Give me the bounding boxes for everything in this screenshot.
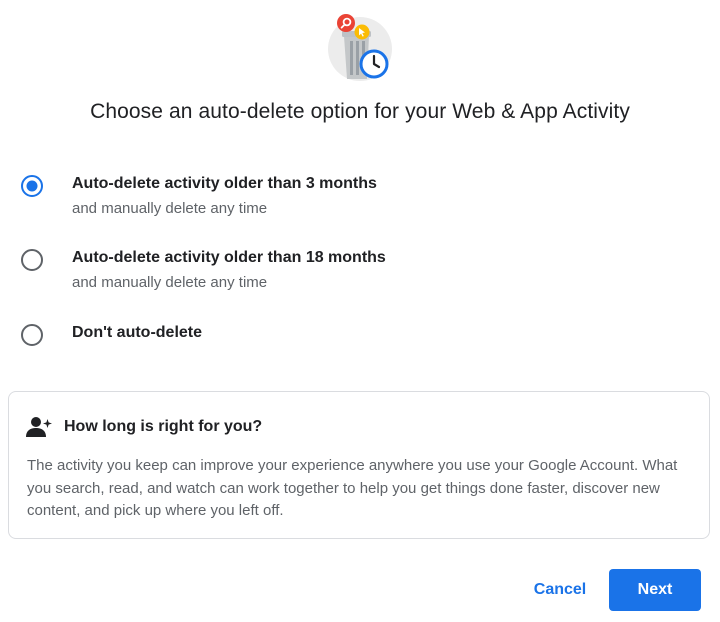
option-dont-auto-delete[interactable]: Don't auto-delete xyxy=(18,323,538,349)
option-sublabel: and manually delete any time xyxy=(72,200,268,217)
option-sublabel: and manually delete any time xyxy=(72,274,268,291)
dialog-title: Choose an auto-delete option for your We… xyxy=(90,100,630,123)
person-sparkle-icon xyxy=(26,417,52,437)
option-label: Auto-delete activity older than 3 months xyxy=(72,175,377,192)
radio-unselected-icon[interactable] xyxy=(20,248,44,272)
info-title: How long is right for you? xyxy=(64,418,263,435)
option-3-months[interactable]: Auto-delete activity older than 3 months… xyxy=(18,174,538,218)
radio-selected-icon[interactable] xyxy=(20,174,44,198)
info-card: How long is right for you? The activity … xyxy=(8,391,710,539)
next-button[interactable]: Next xyxy=(609,569,701,611)
option-label: Auto-delete activity older than 18 month… xyxy=(72,249,386,266)
trash-clock-illustration-icon xyxy=(328,14,392,81)
radio-unselected-icon[interactable] xyxy=(20,323,44,347)
info-body: The activity you keep can improve your e… xyxy=(27,457,678,519)
activity-illustration xyxy=(326,12,398,84)
option-label: Don't auto-delete xyxy=(72,324,203,341)
option-18-months[interactable]: Auto-delete activity older than 18 month… xyxy=(18,248,538,292)
cancel-button[interactable]: Cancel xyxy=(520,570,600,610)
